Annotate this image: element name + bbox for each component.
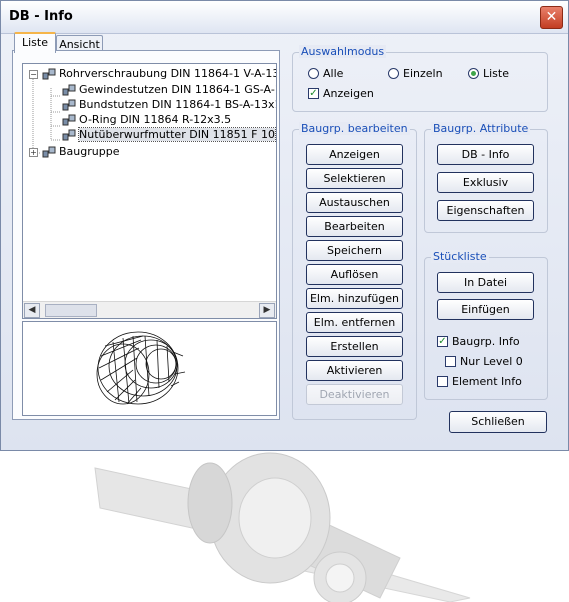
checkbox-nur-level-0[interactable] (445, 356, 456, 367)
tree-node-child[interactable]: Bundstutzen DIN 11864-1 BS-A-13x1.5 (62, 97, 277, 112)
attribute-legend: Baugrp. Attribute (431, 122, 531, 135)
radio-liste[interactable] (468, 68, 479, 79)
austauschen-button[interactable]: Austauschen (306, 192, 403, 213)
scroll-right-button[interactable]: ▶ (259, 303, 275, 318)
part-preview (22, 321, 277, 416)
tree-horizontal-scrollbar[interactable]: ◀ ▶ (23, 301, 276, 318)
tree-node-child[interactable]: O-Ring DIN 11864 R-12x3.5 (62, 112, 231, 127)
eigenschaften-button-label: Eigenschaften (446, 204, 525, 217)
bearbeiten-legend: Baugrp. bearbeiten (299, 122, 410, 135)
tree-node-child[interactable]: Gewindestutzen DIN 11864-1 GS-A-13x1.5 (62, 82, 276, 97)
tree-root-collapse-toggle[interactable]: − (29, 70, 38, 79)
tree-node-label: O-Ring DIN 11864 R-12x3.5 (79, 113, 232, 126)
aktivieren-button-label: Aktivieren (326, 364, 383, 377)
assembly-icon (42, 146, 56, 158)
radio-alle[interactable] (308, 68, 319, 79)
stueckliste-legend: Stückliste (431, 250, 489, 263)
checkbox-nur-level-0-label: Nur Level 0 (460, 355, 523, 368)
checkbox-element-info-label: Element Info (452, 375, 522, 388)
erstellen-button[interactable]: Erstellen (306, 336, 403, 357)
part-icon (62, 99, 76, 111)
einfuegen-button[interactable]: Einfügen (437, 299, 534, 320)
deaktivieren-button-label: Deaktivieren (319, 388, 390, 401)
chevron-right-icon: ▶ (263, 305, 271, 315)
schliessen-button-label: Schließen (471, 415, 525, 428)
window-title: DB - Info (9, 9, 73, 24)
exklusiv-button-label: Exklusiv (462, 176, 509, 189)
radio-liste-label: Liste (483, 67, 509, 80)
scroll-thumb[interactable] (45, 304, 97, 317)
checkbox-baugrp-info-label: Baugrp. Info (452, 335, 520, 348)
tree-node-label: Nutüberwurfmutter DIN 11851 F 10 (78, 127, 276, 142)
radio-alle-label: Alle (323, 67, 344, 80)
db-info-button-label: DB - Info (461, 148, 510, 161)
elm-entfernen-button-label: Elm. entfernen (313, 316, 396, 329)
radio-einzeln[interactable] (388, 68, 399, 79)
chevron-left-icon: ◀ (28, 305, 36, 315)
selektieren-button[interactable]: Selektieren (306, 168, 403, 189)
checkbox-anzeigen-label: Anzeigen (323, 87, 374, 100)
selektieren-button-label: Selektieren (323, 172, 386, 185)
assembly-tree[interactable]: − Rohrverschraubung DIN 11864-1 V-A-13x1… (22, 63, 277, 319)
tab-panel-liste: − Rohrverschraubung DIN 11864-1 V-A-13x1… (12, 50, 280, 420)
tree-node-label: Baugruppe (59, 145, 120, 158)
aufloesen-button-label: Auflösen (330, 268, 379, 281)
title-bar: DB - Info ✕ (1, 1, 568, 34)
tree-second-root-expand-toggle[interactable]: + (29, 148, 38, 157)
aufloesen-button[interactable]: Auflösen (306, 264, 403, 285)
elm-hinzufuegen-button-label: Elm. hinzufügen (309, 292, 400, 305)
aktivieren-button[interactable]: Aktivieren (306, 360, 403, 381)
deaktivieren-button[interactable]: Deaktivieren (306, 384, 403, 405)
austauschen-button-label: Austauschen (319, 196, 390, 209)
bearbeiten-button-label: Bearbeiten (324, 220, 385, 233)
radio-einzeln-label: Einzeln (403, 67, 443, 80)
anzeigen-button-label: Anzeigen (329, 148, 380, 161)
wireframe-nut-preview (96, 331, 186, 405)
tree-node-root[interactable]: Rohrverschraubung DIN 11864-1 V-A-13x1.5 (42, 66, 276, 81)
bearbeiten-button[interactable]: Bearbeiten (306, 216, 403, 237)
checkbox-anzeigen[interactable]: ✓ (308, 88, 319, 99)
in-datei-button-label: In Datei (463, 276, 508, 289)
tree-node-child-selected[interactable]: Nutüberwurfmutter DIN 11851 F 10 (62, 127, 276, 142)
anzeigen-button[interactable]: Anzeigen (306, 144, 403, 165)
assembly-icon (42, 68, 56, 80)
tree-node-label: Rohrverschraubung DIN 11864-1 V-A-13x1.5 (59, 67, 276, 80)
part-icon (62, 114, 76, 126)
background-cad-render (0, 448, 569, 602)
tab-liste[interactable]: Liste (14, 32, 56, 53)
part-icon (62, 84, 76, 96)
close-icon: ✕ (545, 9, 558, 25)
db-info-dialog: DB - Info ✕ Liste Ansicht − Rohrverschra… (0, 0, 569, 451)
in-datei-button[interactable]: In Datei (437, 272, 534, 293)
auswahlmodus-group (292, 52, 548, 112)
erstellen-button-label: Erstellen (330, 340, 379, 353)
elm-entfernen-button[interactable]: Elm. entfernen (306, 312, 403, 333)
checkbox-baugrp-info[interactable]: ✓ (437, 336, 448, 347)
exklusiv-button[interactable]: Exklusiv (437, 172, 534, 193)
close-window-button[interactable]: ✕ (540, 6, 563, 29)
speichern-button-label: Speichern (327, 244, 382, 257)
speichern-button[interactable]: Speichern (306, 240, 403, 261)
auswahlmodus-legend: Auswahlmodus (299, 45, 387, 58)
tree-node-label: Bundstutzen DIN 11864-1 BS-A-13x1.5 (79, 98, 277, 111)
einfuegen-button-label: Einfügen (461, 303, 510, 316)
tree-node-label: Gewindestutzen DIN 11864-1 GS-A-13x1.5 (79, 83, 276, 96)
db-info-button[interactable]: DB - Info (437, 144, 534, 165)
scroll-left-button[interactable]: ◀ (24, 303, 40, 318)
tab-liste-label: Liste (22, 36, 48, 49)
eigenschaften-button[interactable]: Eigenschaften (437, 200, 534, 221)
tree-node-baugruppe[interactable]: Baugruppe (42, 144, 119, 159)
elm-hinzufuegen-button[interactable]: Elm. hinzufügen (306, 288, 403, 309)
schliessen-button[interactable]: Schließen (449, 411, 547, 433)
part-icon (62, 129, 76, 141)
checkbox-element-info[interactable] (437, 376, 448, 387)
